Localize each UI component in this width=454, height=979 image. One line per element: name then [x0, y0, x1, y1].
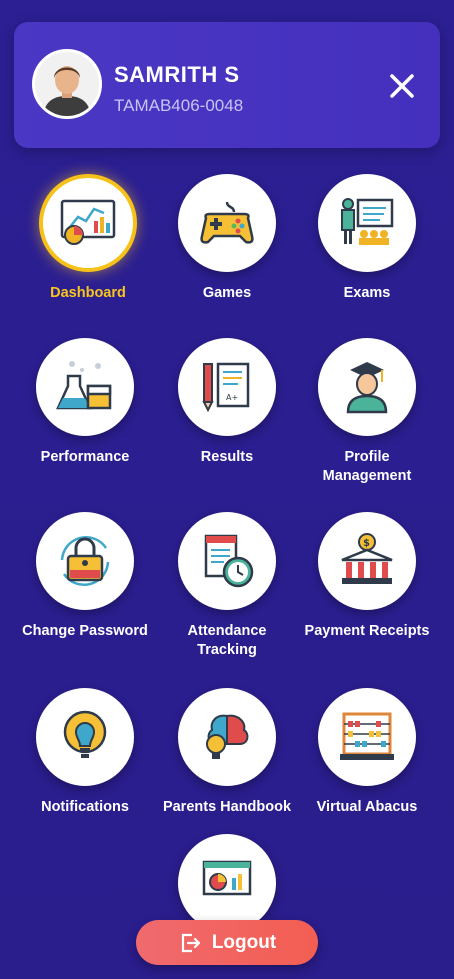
- abacus-icon: [318, 688, 416, 786]
- menu-label: Virtual Abacus: [316, 799, 418, 815]
- menu-label: Dashboard: [50, 285, 126, 301]
- menu-label: Performance: [40, 449, 130, 465]
- menu-item-dashboard[interactable]: Dashboard: [17, 174, 159, 303]
- menu-item-attendance-tracking[interactable]: Attendance Tracking: [156, 512, 298, 660]
- user-id: TAMAB406-0048: [114, 96, 244, 115]
- menu-item-games[interactable]: Games: [156, 174, 298, 303]
- svg-text:$: $: [363, 538, 370, 549]
- logout-icon: [181, 933, 200, 952]
- menu-label: Profile Management: [322, 449, 412, 484]
- menu-label: Attendance Tracking: [187, 623, 267, 658]
- menu-item-payment-receipts[interactable]: $ Payment Receipts: [296, 512, 438, 641]
- menu-label: Games: [202, 285, 252, 301]
- bank-icon: $: [318, 512, 416, 610]
- dashboard-chart-icon: [39, 174, 137, 272]
- gamepad-icon: [178, 174, 276, 272]
- graduate-icon: [318, 338, 416, 436]
- padlock-icon: [36, 512, 134, 610]
- user-name: SAMRITH S: [114, 62, 240, 87]
- lightbulb-icon: [36, 688, 134, 786]
- exam-classroom-icon: [318, 174, 416, 272]
- menu-label: Exams: [343, 285, 391, 301]
- user-avatar-icon: [32, 49, 102, 119]
- close-icon[interactable]: [384, 68, 420, 104]
- menu-item-results[interactable]: A+ Results: [156, 338, 298, 467]
- menu-label: Payment Receipts: [304, 623, 430, 639]
- menu-label: Results: [200, 449, 254, 465]
- attendance-clock-icon: [178, 512, 276, 610]
- brain-idea-icon: [178, 688, 276, 786]
- menu-label: Change Password: [22, 623, 148, 639]
- logout-label: Logout: [211, 931, 277, 953]
- results-document-icon: A+: [178, 338, 276, 436]
- profile-header: SAMRITH S TAMAB406-0048: [14, 22, 440, 148]
- menu-item-change-password[interactable]: Change Password: [14, 512, 156, 641]
- svg-text:A+: A+: [226, 393, 238, 402]
- menu-item-notifications[interactable]: Notifications: [14, 688, 156, 817]
- menu-item-exams[interactable]: Exams: [296, 174, 438, 303]
- logout-button[interactable]: Logout: [136, 920, 318, 965]
- menu-item-performance[interactable]: Performance: [14, 338, 156, 467]
- menu-item-parents-handbook[interactable]: Parents Handbook: [156, 688, 298, 817]
- menu-item-virtual-abacus[interactable]: Virtual Abacus: [296, 688, 438, 817]
- lab-flask-icon: [36, 338, 134, 436]
- menu-label: Notifications: [41, 799, 129, 815]
- menu-label: Parents Handbook: [162, 799, 292, 815]
- analytics-board-icon: [178, 834, 276, 932]
- menu-item-profile-management[interactable]: Profile Management: [296, 338, 438, 486]
